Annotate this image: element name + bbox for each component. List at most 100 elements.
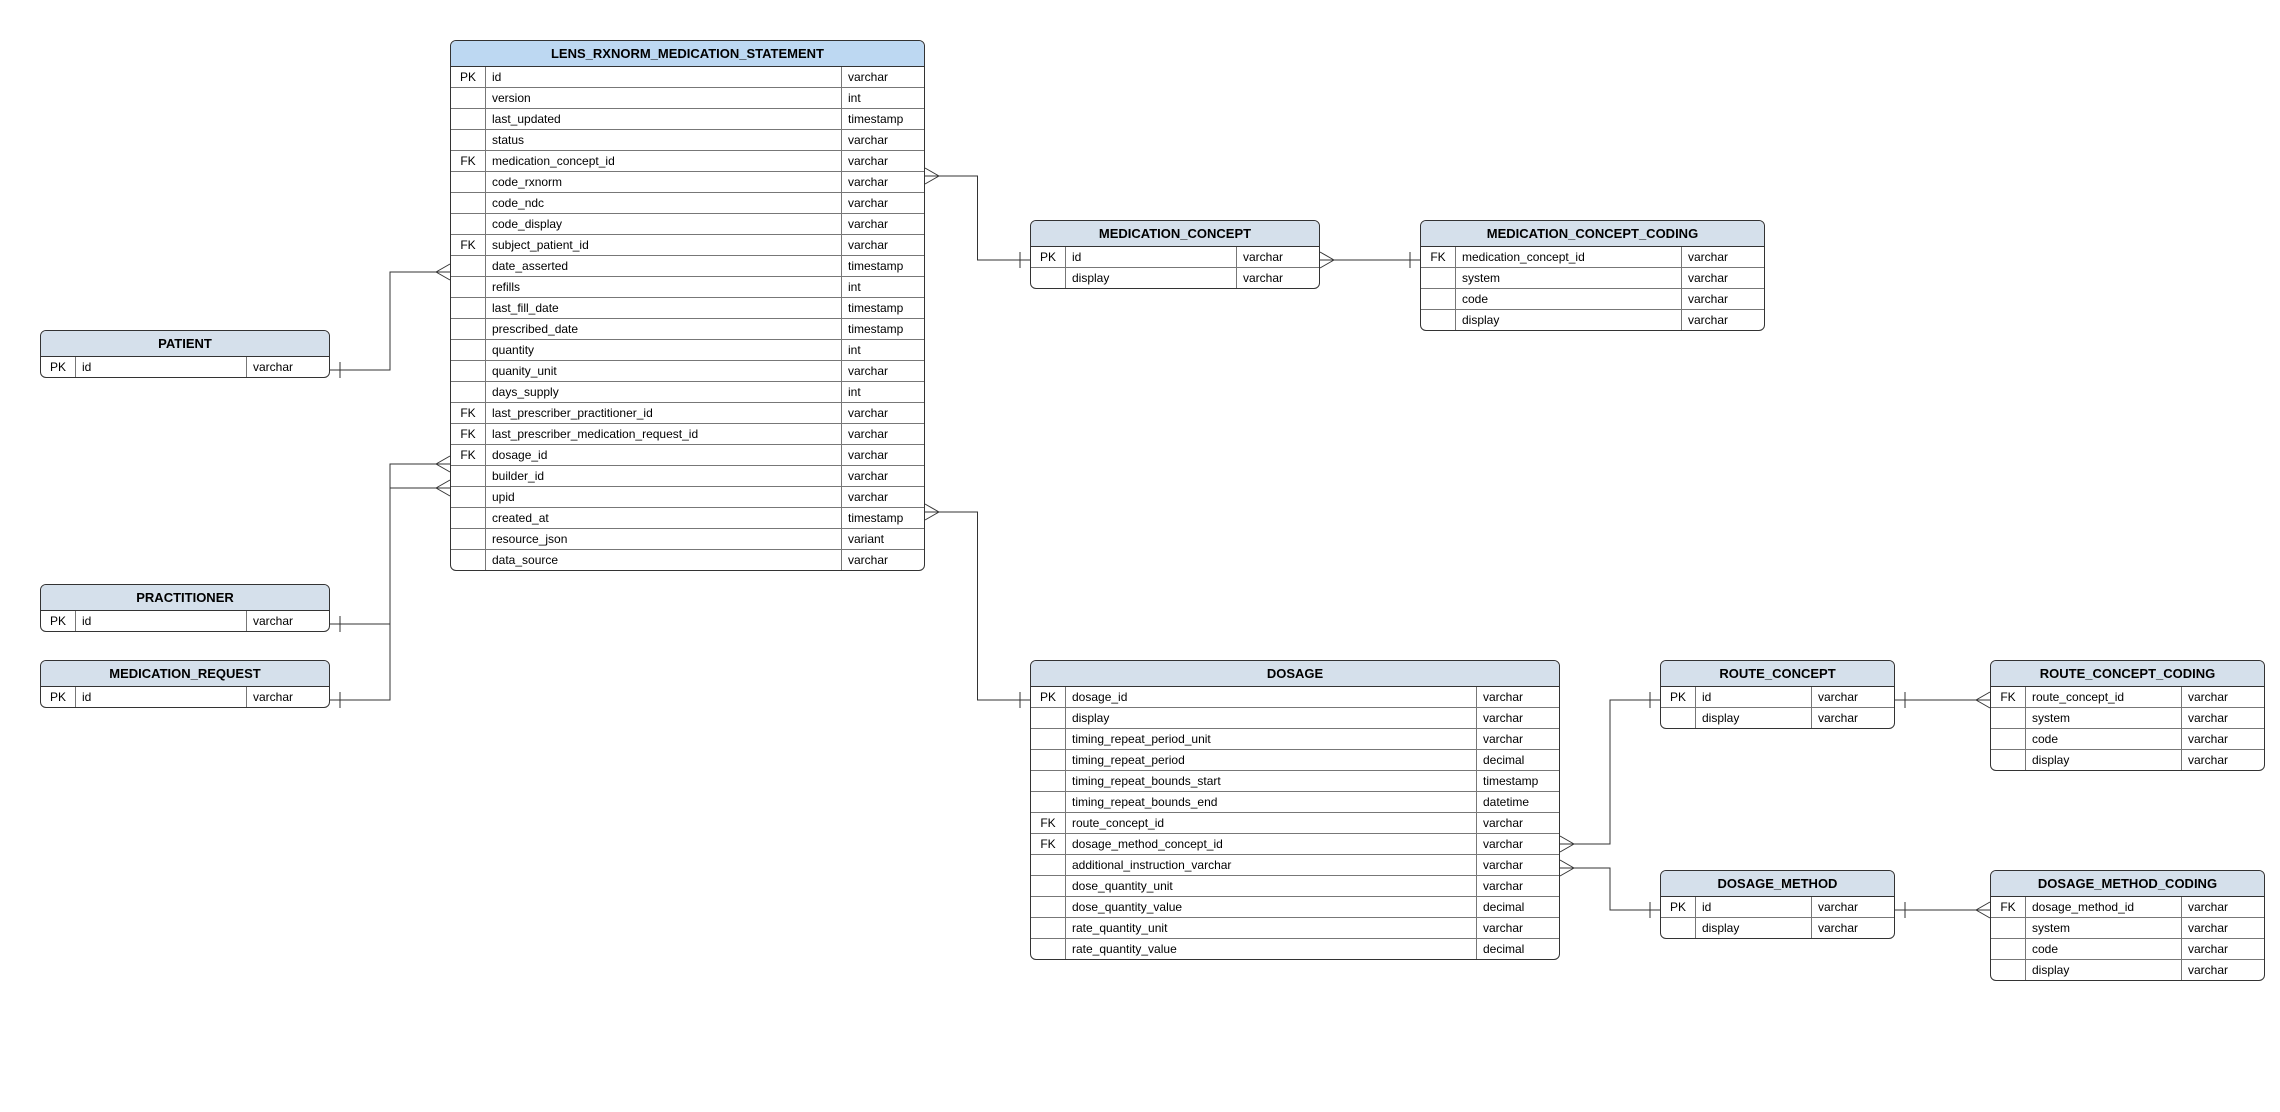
name-col: dosage_method_id (2026, 897, 2182, 917)
table-row: FKdosage_method_concept_idvarchar (1031, 834, 1559, 855)
type-col: varchar (1812, 708, 1894, 728)
key-col (451, 361, 486, 381)
type-col: varchar (1682, 289, 1764, 309)
table-row: created_attimestamp (451, 508, 924, 529)
key-col (1991, 960, 2026, 980)
table-row: timing_repeat_bounds_enddatetime (1031, 792, 1559, 813)
name-col: display (1066, 268, 1237, 288)
key-col: PK (41, 611, 76, 631)
key-col: PK (1661, 687, 1696, 707)
key-col (1991, 939, 2026, 959)
entity-title: MEDICATION_REQUEST (41, 661, 329, 687)
name-col: medication_concept_id (1456, 247, 1682, 267)
entity-routeconceptcoding: ROUTE_CONCEPT_CODINGFKroute_concept_idva… (1990, 660, 2265, 771)
type-col: varchar (1237, 247, 1319, 267)
key-col (1991, 729, 2026, 749)
type-col: varchar (1477, 729, 1559, 749)
type-col: varchar (1477, 918, 1559, 938)
name-col: medication_concept_id (486, 151, 842, 171)
name-col: display (2026, 960, 2182, 980)
type-col: varchar (842, 445, 924, 465)
key-col: FK (1031, 834, 1066, 854)
type-col: varchar (842, 550, 924, 570)
name-col: id (1066, 247, 1237, 267)
table-row: dose_quantity_valuedecimal (1031, 897, 1559, 918)
table-row: systemvarchar (1991, 918, 2264, 939)
table-row: FKlast_prescriber_medication_request_idv… (451, 424, 924, 445)
type-col: varchar (842, 193, 924, 213)
key-col (1031, 876, 1066, 896)
name-col: code_display (486, 214, 842, 234)
table-row: PKidvarchar (1661, 897, 1894, 918)
table-row: FKlast_prescriber_practitioner_idvarchar (451, 403, 924, 424)
key-col: PK (1661, 897, 1696, 917)
table-row: resource_jsonvariant (451, 529, 924, 550)
key-col (1031, 939, 1066, 959)
type-col: varchar (842, 67, 924, 87)
key-col (1991, 918, 2026, 938)
type-col: decimal (1477, 897, 1559, 917)
type-col: varchar (1812, 918, 1894, 938)
key-col: FK (1991, 897, 2026, 917)
table-row: FKroute_concept_idvarchar (1991, 687, 2264, 708)
name-col: timing_repeat_period_unit (1066, 729, 1477, 749)
entity-title: PRACTITIONER (41, 585, 329, 611)
key-col: PK (1031, 247, 1066, 267)
name-col: quantity (486, 340, 842, 360)
key-col (451, 529, 486, 549)
key-col (451, 130, 486, 150)
table-row: dose_quantity_unitvarchar (1031, 876, 1559, 897)
key-col (1031, 729, 1066, 749)
name-col: last_updated (486, 109, 842, 129)
entity-patient: PATIENTPKidvarchar (40, 330, 330, 378)
name-col: id (76, 357, 247, 377)
type-col: datetime (1477, 792, 1559, 812)
type-col: varchar (1477, 708, 1559, 728)
entity-title: DOSAGE_METHOD_CODING (1991, 871, 2264, 897)
table-row: PKidvarchar (41, 687, 329, 707)
table-row: FKmedication_concept_idvarchar (1421, 247, 1764, 268)
table-row: displayvarchar (1991, 960, 2264, 980)
table-row: PKidvarchar (41, 357, 329, 377)
key-col (1031, 708, 1066, 728)
name-col: builder_id (486, 466, 842, 486)
key-col (1661, 708, 1696, 728)
name-col: dosage_method_concept_id (1066, 834, 1477, 854)
name-col: id (1696, 897, 1812, 917)
name-col: route_concept_id (1066, 813, 1477, 833)
type-col: timestamp (842, 298, 924, 318)
type-col: varchar (842, 466, 924, 486)
name-col: rate_quantity_value (1066, 939, 1477, 959)
entity-lens: LENS_RXNORM_MEDICATION_STATEMENTPKidvarc… (450, 40, 925, 571)
name-col: code_ndc (486, 193, 842, 213)
name-col: status (486, 130, 842, 150)
table-row: timing_repeat_bounds_starttimestamp (1031, 771, 1559, 792)
name-col: resource_json (486, 529, 842, 549)
key-col (451, 193, 486, 213)
key-col (1031, 792, 1066, 812)
entity-title: DOSAGE_METHOD (1661, 871, 1894, 897)
type-col: varchar (1477, 687, 1559, 707)
name-col: id (76, 687, 247, 707)
entity-title: ROUTE_CONCEPT_CODING (1991, 661, 2264, 687)
table-row: refillsint (451, 277, 924, 298)
entity-medconcept: MEDICATION_CONCEPTPKidvarchardisplayvarc… (1030, 220, 1320, 289)
key-col (1991, 750, 2026, 770)
entity-medreq: MEDICATION_REQUESTPKidvarchar (40, 660, 330, 708)
entity-practitioner: PRACTITIONERPKidvarchar (40, 584, 330, 632)
name-col: system (2026, 918, 2182, 938)
table-row: codevarchar (1991, 729, 2264, 750)
entity-dosage: DOSAGEPKdosage_idvarchardisplayvarcharti… (1030, 660, 1560, 960)
table-row: date_assertedtimestamp (451, 256, 924, 277)
type-col: varchar (842, 130, 924, 150)
name-col: days_supply (486, 382, 842, 402)
type-col: int (842, 88, 924, 108)
type-col: varchar (247, 611, 329, 631)
type-col: varchar (1477, 813, 1559, 833)
name-col: dose_quantity_value (1066, 897, 1477, 917)
type-col: int (842, 340, 924, 360)
name-col: id (76, 611, 247, 631)
name-col: subject_patient_id (486, 235, 842, 255)
table-row: data_sourcevarchar (451, 550, 924, 570)
key-col (451, 466, 486, 486)
